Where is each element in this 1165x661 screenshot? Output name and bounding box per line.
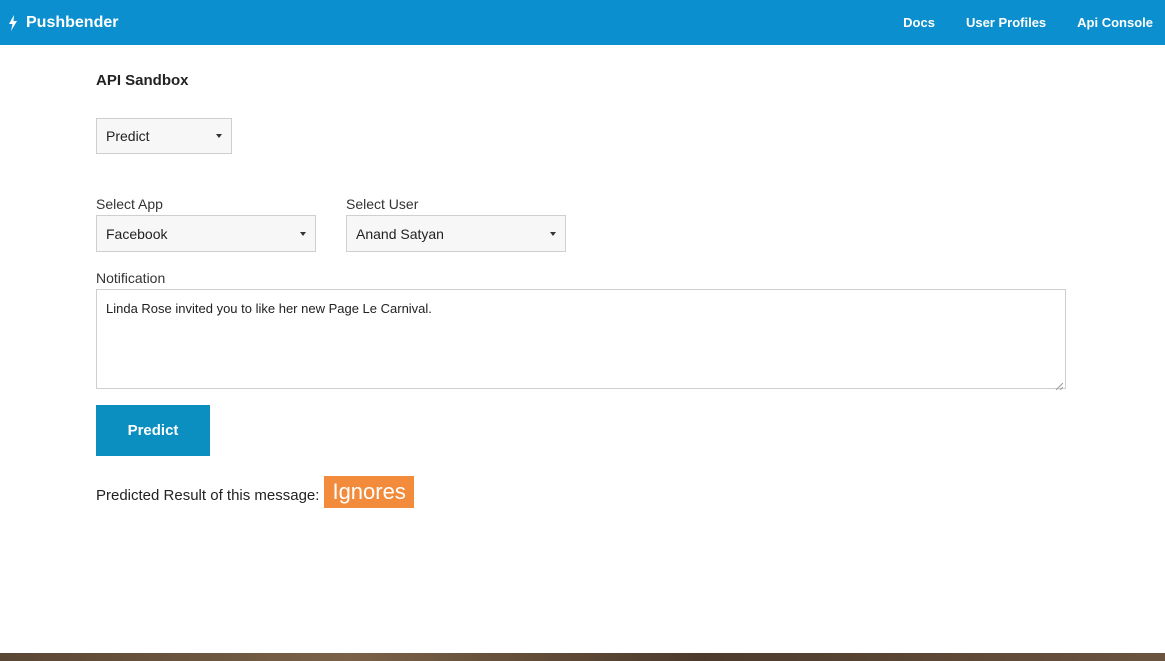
result-label: Predicted Result of this message: xyxy=(96,486,320,504)
predict-button[interactable]: Predict xyxy=(96,405,210,456)
app-select[interactable]: Facebook xyxy=(96,215,316,252)
notification-textarea[interactable]: Linda Rose invited you to like her new P… xyxy=(96,289,1066,391)
caret-down-icon xyxy=(216,134,222,138)
resize-handle-icon[interactable] xyxy=(1055,378,1064,391)
brand-name: Pushbender xyxy=(26,13,119,31)
endpoint-select-value: Predict xyxy=(106,128,150,144)
caret-down-icon xyxy=(300,231,306,236)
caret-down-icon xyxy=(550,231,556,236)
notification-text: Linda Rose invited you to like her new P… xyxy=(106,301,432,316)
desktop-background-strip xyxy=(0,653,1165,661)
user-select-value: Anand Satyan xyxy=(356,225,444,242)
page-title: API Sandbox xyxy=(96,72,189,89)
top-navbar: Pushbender Docs User Profiles Api Consol… xyxy=(0,0,1165,45)
result-badge: Ignores xyxy=(324,476,414,508)
user-select[interactable]: Anand Satyan xyxy=(346,215,566,252)
nav-link-api-console[interactable]: Api Console xyxy=(1077,15,1153,30)
select-app-label: Select App xyxy=(96,196,163,212)
nav-links: Docs User Profiles Api Console xyxy=(872,15,1165,30)
nav-link-user-profiles[interactable]: User Profiles xyxy=(966,15,1046,30)
app-select-value: Facebook xyxy=(106,225,168,242)
lightning-bolt-icon xyxy=(8,14,18,31)
result-row: Predicted Result of this message: Ignore… xyxy=(96,476,414,508)
select-user-label: Select User xyxy=(346,196,419,212)
endpoint-select[interactable]: Predict xyxy=(96,118,232,154)
notification-label: Notification xyxy=(96,270,166,286)
nav-link-docs[interactable]: Docs xyxy=(903,15,935,30)
brand[interactable]: Pushbender xyxy=(8,14,118,32)
